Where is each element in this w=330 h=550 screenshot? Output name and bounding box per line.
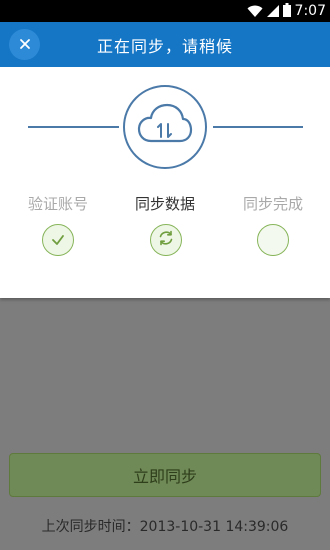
dialog-title: 正在同步，请稍候: [96, 36, 233, 56]
close-icon: [19, 35, 31, 54]
step-label: 同步数据: [134, 195, 195, 213]
dialog-header: 正在同步，请稍候: [0, 22, 330, 67]
close-button[interactable]: [9, 29, 40, 60]
status-time: 7:07: [294, 3, 326, 19]
progress-line-left: [28, 126, 119, 128]
step-sync-data: 同步数据: [110, 193, 220, 214]
sync-dialog: 正在同步，请稍候 验证账号 同步数据 同步完成: [0, 22, 330, 298]
step-sync-complete: 同步完成: [218, 193, 328, 214]
cloud-sync-icon: [137, 103, 193, 151]
step-pending-indicator: [257, 224, 289, 256]
screen: 立即同步 上次同步时间：2013-10-31 14:39:06 7:07 正在同…: [0, 0, 330, 550]
progress-line-right: [213, 126, 303, 128]
sync-now-label: 立即同步: [132, 467, 197, 486]
last-sync-time: 上次同步时间：2013-10-31 14:39:06: [41, 519, 289, 535]
step-label: 验证账号: [27, 195, 88, 213]
step-verify-account: 验证账号: [3, 193, 113, 214]
signal-icon: [266, 2, 279, 21]
battery-icon: [282, 2, 291, 21]
check-icon: [51, 231, 65, 250]
step-done-indicator: [42, 224, 74, 256]
step-label: 同步完成: [242, 195, 303, 213]
status-bar: 7:07: [0, 0, 330, 22]
wifi-icon: [247, 2, 263, 21]
cloud-sync-circle: [123, 85, 207, 169]
step-active-indicator: [150, 224, 182, 256]
sync-now-button[interactable]: 立即同步: [9, 453, 321, 497]
refresh-icon: [157, 229, 175, 251]
